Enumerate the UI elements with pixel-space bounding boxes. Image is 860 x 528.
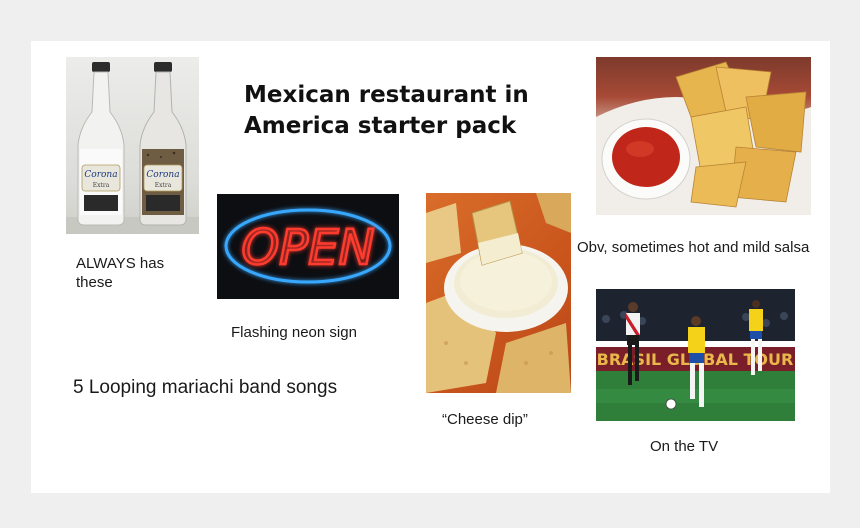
soccer-tv-photo: BRASIL GLOBAL TOUR (596, 289, 795, 421)
neon-open-text: OPEN (242, 220, 375, 276)
neon-open-sign-photo: OPEN (217, 194, 399, 299)
bottle-sub-label: Extra (93, 182, 110, 189)
dip-caption: “Cheese dip” (442, 411, 528, 428)
bottle-brand-label: Corona (84, 170, 117, 180)
salt-pepper-shakers-photo: Corona Extra Corona Extra (66, 57, 199, 234)
chips-salsa-photo (596, 57, 811, 215)
neon-caption: Flashing neon sign (231, 324, 357, 341)
bottle-sub-label-2: Extra (155, 182, 172, 189)
salsa-caption: Obv, sometimes hot and mild salsa (577, 239, 810, 256)
bottle-brand-label-2: Corona (146, 170, 179, 180)
page-title: Mexican restaurant in America starter pa… (244, 82, 529, 139)
tv-caption: On the TV (650, 438, 719, 455)
cheese-dip-photo (426, 193, 571, 393)
bottles-caption: ALWAYS has these (76, 255, 165, 291)
mariachi-caption: 5 Looping mariachi band songs (73, 377, 338, 398)
